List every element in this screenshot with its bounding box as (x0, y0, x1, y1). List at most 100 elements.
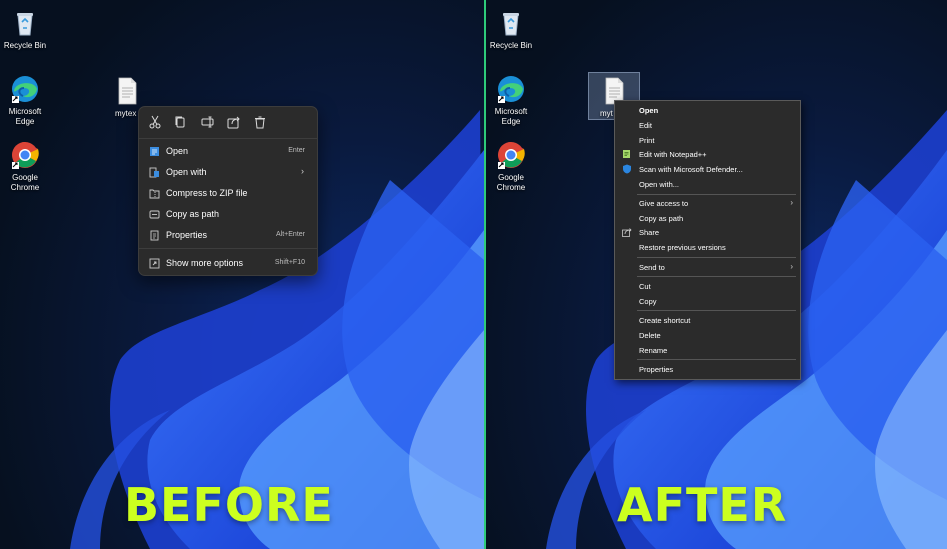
menu-separator (637, 310, 796, 311)
menu-separator (139, 138, 317, 139)
menu-separator (139, 248, 317, 249)
menu-separator (637, 359, 796, 360)
edge-label-line2: Edge (15, 117, 35, 126)
edge-label-line1: Microsoft (494, 107, 528, 116)
edge-shortcut[interactable]: Microsoft Edge (486, 74, 539, 127)
recycle-bin-graphic (10, 8, 40, 38)
edge-shortcut[interactable]: Microsoft Edge (0, 74, 53, 127)
chrome-label-line1: Google (498, 173, 524, 182)
chrome-label-line2: Chrome (496, 183, 526, 192)
menu-item-create-shortcut[interactable]: Create shortcut (615, 313, 800, 327)
open-with-icon (149, 167, 160, 178)
open-icon (149, 146, 160, 157)
menu-item-shortcut: Enter (288, 147, 305, 154)
recycle-bin-icon[interactable]: Recycle Bin (0, 8, 53, 51)
document-icon (112, 76, 142, 106)
menu-item-label: Edit with Notepad++ (639, 150, 707, 159)
chevron-right-icon: › (301, 166, 304, 176)
edge-icon (496, 74, 526, 104)
menu-item-copy-as-path[interactable]: Copy as path (143, 204, 313, 224)
comparison-screen: Recycle Bin Microsoft Edge Google Chrome… (0, 0, 947, 549)
menu-item-label: Open with (166, 167, 207, 177)
defender-shield-icon (622, 164, 632, 174)
menu-item-shortcut: Alt+Enter (276, 231, 305, 238)
menu-item-label: Edit (639, 121, 652, 130)
menu-item-open[interactable]: Open Enter (143, 141, 313, 161)
menu-item-open[interactable]: Open (615, 103, 800, 117)
menu-item-label: Show more options (166, 258, 244, 268)
menu-item-label: Rename (639, 346, 668, 355)
menu-item-label: Properties (166, 230, 208, 240)
menu-item-compress-zip[interactable]: Compress to ZIP file (143, 183, 313, 203)
menu-item-copy-as-path[interactable]: Copy as path (615, 211, 800, 225)
edge-label-line1: Microsoft (8, 107, 42, 116)
after-caption: AFTER (617, 478, 788, 532)
edge-label-line2: Edge (501, 117, 521, 126)
share-icon[interactable] (227, 115, 241, 129)
recycle-bin-label: Recycle Bin (489, 41, 533, 50)
cut-icon[interactable] (148, 115, 162, 129)
menu-item-label: Share (639, 228, 660, 237)
menu-item-label: Delete (639, 331, 661, 340)
properties-icon (149, 230, 160, 241)
delete-icon[interactable] (253, 115, 267, 129)
before-caption: BEFORE (124, 478, 334, 532)
menu-item-open-with[interactable]: Open with › (143, 162, 313, 182)
menu-item-restore-previous[interactable]: Restore previous versions (615, 240, 800, 254)
modern-context-menu: Open Enter Open with › Compress to ZIP f… (138, 106, 318, 276)
rename-icon[interactable] (201, 115, 215, 129)
menu-separator (637, 257, 796, 258)
menu-item-properties[interactable]: Properties Alt+Enter (143, 225, 313, 245)
zip-icon (149, 188, 160, 199)
menu-item-send-to[interactable]: Send to › (615, 260, 800, 274)
before-panel: Recycle Bin Microsoft Edge Google Chrome… (0, 0, 484, 549)
menu-item-show-more-options[interactable]: Show more options Shift+F10 (143, 253, 313, 273)
menu-item-copy[interactable]: Copy (615, 294, 800, 308)
recycle-bin-label: Recycle Bin (3, 41, 47, 50)
chevron-right-icon: › (790, 198, 793, 207)
menu-item-open-with[interactable]: Open with... (615, 177, 800, 191)
after-panel: Recycle Bin Microsoft Edge Google Chrome… (486, 0, 947, 549)
copy-icon[interactable] (173, 115, 187, 129)
menu-toolbar (139, 107, 317, 137)
menu-item-label: Open (166, 146, 189, 156)
menu-item-scan-defender[interactable]: Scan with Microsoft Defender... (615, 162, 800, 176)
menu-item-share[interactable]: Share (615, 225, 800, 239)
menu-item-label: Create shortcut (639, 316, 691, 325)
classic-context-menu: Open Edit Print Edit with Notepad++ Scan… (614, 100, 801, 380)
chrome-shortcut[interactable]: Google Chrome (0, 140, 53, 193)
chevron-right-icon: › (790, 262, 793, 271)
menu-item-label: Copy as path (639, 214, 684, 223)
menu-separator (637, 276, 796, 277)
menu-item-label: Open (639, 106, 659, 115)
menu-item-label: Print (639, 136, 655, 145)
chrome-icon (496, 140, 526, 170)
menu-item-label: Cut (639, 282, 651, 291)
menu-item-label: Restore previous versions (639, 243, 726, 252)
share-icon (622, 227, 632, 237)
copy-path-icon (149, 209, 160, 220)
menu-item-shortcut: Shift+F10 (274, 259, 305, 266)
more-options-icon (149, 258, 160, 269)
chrome-label-line1: Google (12, 173, 38, 182)
menu-item-label: Copy (639, 297, 657, 306)
menu-item-rename[interactable]: Rename (615, 343, 800, 357)
menu-item-cut[interactable]: Cut (615, 279, 800, 293)
notepad-plus-plus-icon (622, 149, 632, 159)
menu-item-label: Give access to (639, 199, 689, 208)
menu-item-label: Compress to ZIP file (166, 188, 248, 198)
menu-item-print[interactable]: Print (615, 133, 800, 147)
chrome-shortcut[interactable]: Google Chrome (486, 140, 539, 193)
menu-item-edit[interactable]: Edit (615, 118, 800, 132)
chrome-label-line2: Chrome (10, 183, 40, 192)
menu-item-delete[interactable]: Delete (615, 328, 800, 342)
menu-item-edit-notepad[interactable]: Edit with Notepad++ (615, 147, 800, 161)
recycle-bin-graphic (496, 8, 526, 38)
chrome-icon (10, 140, 40, 170)
recycle-bin-icon[interactable]: Recycle Bin (486, 8, 539, 51)
menu-item-properties[interactable]: Properties (615, 362, 800, 376)
menu-item-label: Copy as path (166, 209, 220, 219)
menu-item-label: Open with... (639, 180, 680, 189)
menu-item-give-access[interactable]: Give access to › (615, 196, 800, 210)
edge-icon (10, 74, 40, 104)
